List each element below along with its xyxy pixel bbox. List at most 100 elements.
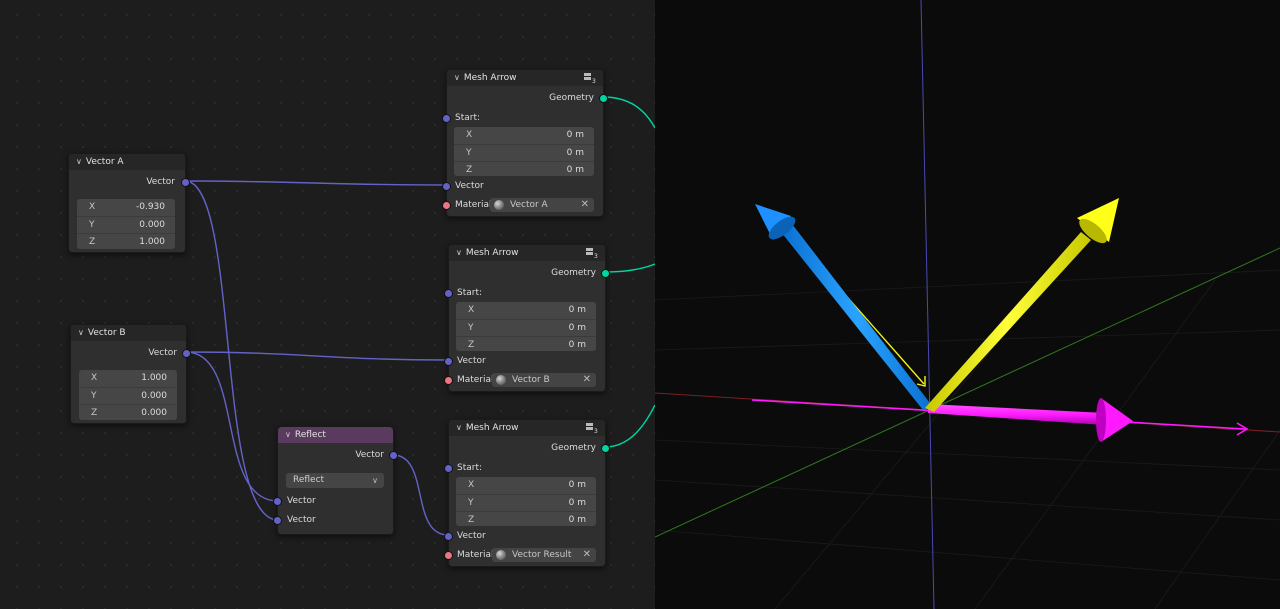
start-label: Start: bbox=[457, 288, 483, 298]
field-x[interactable]: X0 m bbox=[456, 302, 596, 320]
clear-icon[interactable]: ✕ bbox=[581, 198, 589, 212]
start-input-socket[interactable] bbox=[444, 289, 453, 298]
material-label: Material: bbox=[457, 550, 497, 560]
y-axis bbox=[655, 247, 1280, 538]
start-input-socket[interactable] bbox=[442, 114, 451, 123]
node-title: Reflect bbox=[294, 430, 326, 440]
material-sphere-icon bbox=[496, 375, 506, 385]
3d-viewport[interactable] bbox=[655, 0, 1280, 609]
vector-b-node[interactable]: ∨ Vector B Vector X 1.000 Y 0.000 Z 0.000 bbox=[70, 324, 191, 424]
start-label: Start: bbox=[455, 113, 481, 123]
chevron-down-icon[interactable]: ∨ bbox=[456, 420, 462, 436]
vector-input-socket-1[interactable] bbox=[273, 497, 282, 506]
start-fields[interactable]: X0 m Y0 m Z0 m bbox=[454, 127, 594, 176]
node-title: Mesh Arrow bbox=[465, 248, 519, 258]
material-name: Vector A bbox=[510, 200, 548, 210]
link-geometry-1 bbox=[602, 96, 655, 129]
material-name: Vector B bbox=[512, 375, 550, 385]
material-field[interactable]: Vector B ✕ bbox=[492, 373, 596, 387]
field-z[interactable]: Z0 m bbox=[454, 162, 594, 179]
start-input-socket[interactable] bbox=[444, 464, 453, 473]
vector-output-socket[interactable] bbox=[182, 349, 191, 358]
mesh-arrow-header[interactable]: ∨ Mesh Arrow 3 bbox=[449, 420, 605, 436]
vector-input-socket[interactable] bbox=[444, 532, 453, 541]
z-axis bbox=[920, 0, 935, 609]
vector-input-socket[interactable] bbox=[442, 182, 451, 191]
link-vector-a-to-reflect bbox=[184, 180, 279, 521]
mesh-arrow-node-2[interactable]: ∨ Mesh Arrow 3 Geometry Start: X0 m Y0 m … bbox=[444, 244, 610, 392]
material-input-socket[interactable] bbox=[444, 551, 453, 560]
vector-b-arrow-head-base bbox=[1096, 398, 1106, 442]
start-label: Start: bbox=[457, 463, 483, 473]
field-y[interactable]: Y0 m bbox=[456, 320, 596, 337]
geometry-output-socket[interactable] bbox=[599, 94, 608, 103]
field-y[interactable]: Y0 m bbox=[454, 145, 594, 162]
field-x[interactable]: X0 m bbox=[456, 477, 596, 495]
link-vector-b-to-mesh-arrow-2 bbox=[185, 351, 449, 361]
link-vector-b-to-reflect bbox=[185, 351, 279, 502]
material-field[interactable]: Vector Result ✕ bbox=[492, 548, 596, 562]
reflect-node-header[interactable]: ∨ Reflect bbox=[278, 427, 393, 443]
mesh-arrow-header[interactable]: ∨ Mesh Arrow 3 bbox=[447, 70, 603, 86]
node-title: Mesh Arrow bbox=[463, 73, 517, 83]
field-z[interactable]: Z 0.000 bbox=[79, 405, 177, 422]
field-z[interactable]: Z0 m bbox=[456, 337, 596, 354]
field-z[interactable]: Z 1.000 bbox=[77, 234, 175, 251]
chevron-down-icon[interactable]: ∨ bbox=[456, 245, 462, 261]
node-title: Vector A bbox=[85, 157, 124, 167]
reflect-node[interactable]: ∨ Reflect Vector Reflect ∨ Vector Vector bbox=[273, 426, 398, 535]
field-y[interactable]: Y0 m bbox=[456, 495, 596, 512]
svg-text:3: 3 bbox=[592, 78, 596, 84]
field-x[interactable]: X -0.930 bbox=[77, 199, 175, 217]
field-y[interactable]: Y 0.000 bbox=[77, 217, 175, 234]
field-z[interactable]: Z0 m bbox=[456, 512, 596, 529]
clear-icon[interactable]: ✕ bbox=[583, 548, 591, 562]
vector-a-fields[interactable]: X -0.930 Y 0.000 Z 1.000 bbox=[77, 199, 175, 249]
material-input-socket[interactable] bbox=[444, 376, 453, 385]
viewport-scene bbox=[655, 0, 1280, 609]
operation-dropdown[interactable]: Reflect ∨ bbox=[286, 473, 384, 488]
node-title: Mesh Arrow bbox=[465, 423, 519, 433]
chevron-down-icon[interactable]: ∨ bbox=[76, 154, 82, 170]
link-vector-a-to-mesh-arrow-1 bbox=[184, 180, 447, 186]
vector-b-fields[interactable]: X 1.000 Y 0.000 Z 0.000 bbox=[79, 370, 177, 420]
material-field[interactable]: Vector A ✕ bbox=[490, 198, 594, 212]
chevron-down-icon[interactable]: ∨ bbox=[454, 70, 460, 86]
chevron-down-icon[interactable]: ∨ bbox=[285, 427, 291, 443]
node-group-icon[interactable]: 3 bbox=[585, 422, 599, 434]
output-label: Vector bbox=[148, 348, 177, 358]
vector-label: Vector bbox=[457, 356, 486, 366]
vector-output-socket[interactable] bbox=[389, 451, 398, 460]
output-label: Geometry bbox=[549, 93, 594, 103]
vector-output-socket[interactable] bbox=[181, 178, 190, 187]
vector-b-node-header[interactable]: ∨ Vector B bbox=[71, 325, 186, 341]
start-fields[interactable]: X0 m Y0 m Z0 m bbox=[456, 302, 596, 351]
floor-grid bbox=[655, 249, 1280, 609]
geometry-output-socket[interactable] bbox=[601, 269, 610, 278]
field-x[interactable]: X0 m bbox=[454, 127, 594, 145]
start-fields[interactable]: X0 m Y0 m Z0 m bbox=[456, 477, 596, 526]
link-geometry-3 bbox=[604, 404, 655, 448]
mesh-arrow-node-3[interactable]: ∨ Mesh Arrow 3 Geometry Start: X0 m Y0 m … bbox=[444, 419, 610, 567]
material-input-socket[interactable] bbox=[442, 201, 451, 210]
field-y[interactable]: Y 0.000 bbox=[79, 388, 177, 405]
vector-input-socket[interactable] bbox=[444, 357, 453, 366]
vector-a-node[interactable]: ∨ Vector A Vector X -0.930 Y 0.000 Z 1.000 bbox=[68, 153, 190, 253]
vector-a-node-header[interactable]: ∨ Vector A bbox=[69, 154, 185, 170]
vector-label: Vector bbox=[457, 531, 486, 541]
node-title: Vector B bbox=[87, 328, 126, 338]
vector-b-arrow-shaft bbox=[928, 404, 1105, 425]
vector-result-arrow-shaft bbox=[925, 232, 1091, 412]
node-editor[interactable]: ∨ Vector A Vector X -0.930 Y 0.000 Z 1.000 ∨… bbox=[0, 0, 655, 609]
mesh-arrow-node-1[interactable]: ∨ Mesh Arrow 3 Geometry Start: X0 m Y0 m … bbox=[442, 69, 608, 217]
vector-input-socket-2[interactable] bbox=[273, 516, 282, 525]
chevron-down-icon[interactable]: ∨ bbox=[78, 325, 84, 341]
node-group-icon[interactable]: 3 bbox=[585, 247, 599, 259]
mesh-arrow-header[interactable]: ∨ Mesh Arrow 3 bbox=[449, 245, 605, 261]
input-label-1: Vector bbox=[287, 496, 316, 506]
geometry-output-socket[interactable] bbox=[601, 444, 610, 453]
output-label: Vector bbox=[146, 177, 175, 187]
node-group-icon[interactable]: 3 bbox=[583, 72, 597, 84]
clear-icon[interactable]: ✕ bbox=[583, 373, 591, 387]
field-x[interactable]: X 1.000 bbox=[79, 370, 177, 388]
